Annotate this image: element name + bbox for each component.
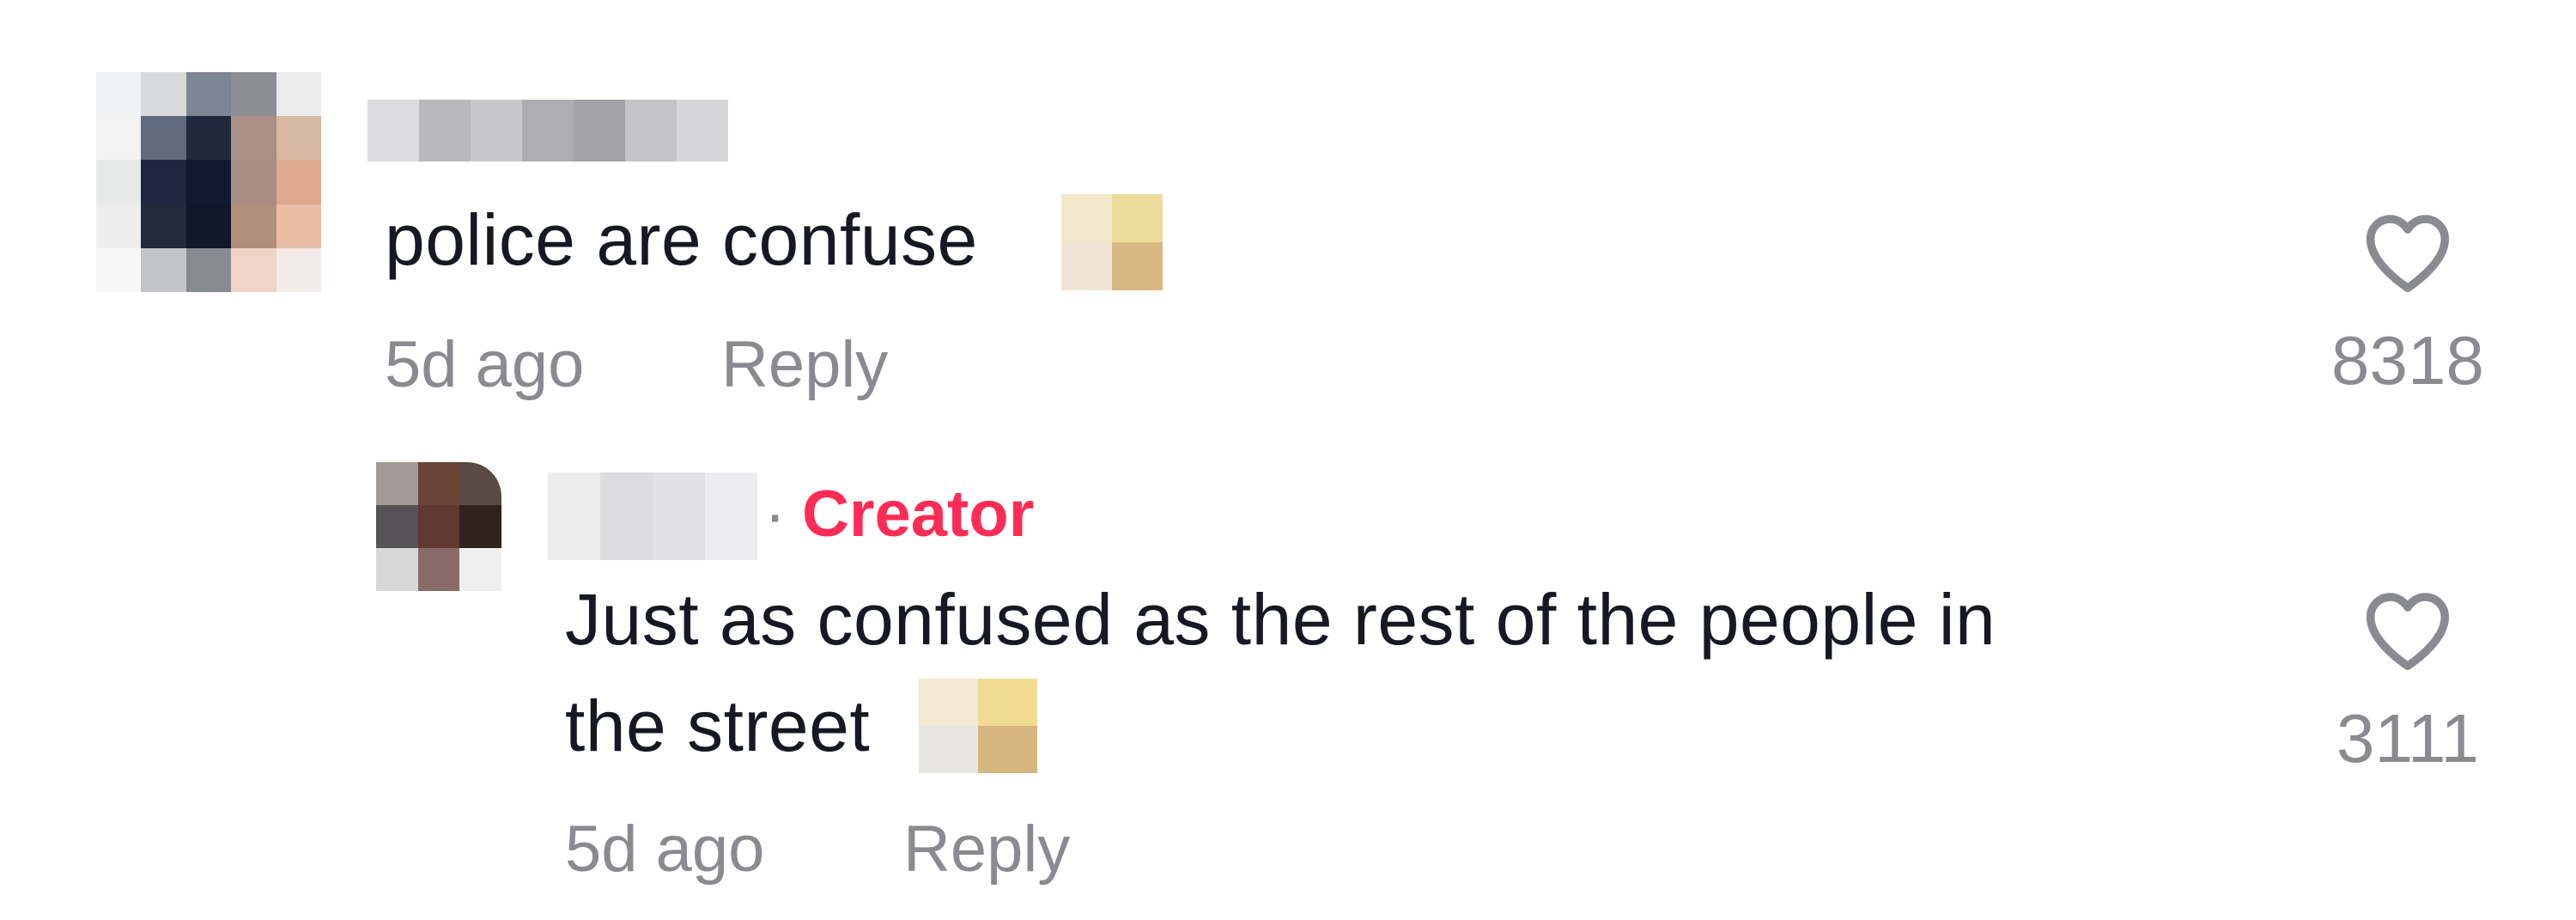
creator-badge: Creator xyxy=(802,478,1035,551)
creator-separator: · xyxy=(764,478,787,551)
comment-text: police are confuse xyxy=(385,199,978,280)
avatar[interactable] xyxy=(96,72,321,292)
emoji-icon xyxy=(1061,194,1163,290)
heart-outline-icon[interactable] xyxy=(2363,589,2452,672)
reply-button[interactable]: Reply xyxy=(721,326,888,404)
creator-username[interactable] xyxy=(548,472,757,560)
emoji-icon xyxy=(919,679,1037,773)
reply-timestamp: 5d ago xyxy=(565,813,765,886)
username[interactable] xyxy=(368,100,728,161)
comment-timestamp: 5d ago xyxy=(385,328,585,401)
creator-avatar[interactable] xyxy=(376,462,501,591)
like-count: 3111 xyxy=(2336,700,2480,777)
reply-button[interactable]: Reply xyxy=(903,811,1070,888)
reply-text-line-1: Just as confused as the rest of the peop… xyxy=(565,579,1996,660)
reply-text-line-2: the street xyxy=(565,685,871,766)
like-count: 8318 xyxy=(2331,322,2484,399)
heart-outline-icon[interactable] xyxy=(2363,211,2452,294)
